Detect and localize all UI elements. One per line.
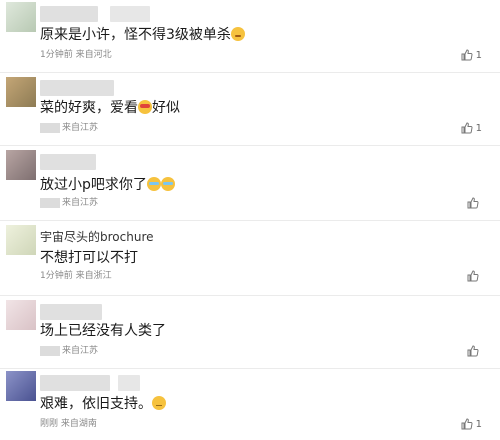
username-redacted bbox=[110, 6, 150, 22]
comment-list: 原来是小许，怪不得3级被单杀 1分钟前 来自河北 1 菜的好爽，爱看 好似 来自江… bbox=[0, 0, 500, 440]
like-button[interactable] bbox=[467, 196, 482, 210]
thumbs-up-icon bbox=[467, 270, 479, 282]
like-button[interactable]: 1 bbox=[461, 121, 482, 135]
username-redacted[interactable] bbox=[40, 154, 96, 170]
comment-item: 艰难，依旧支持。 刚刚 来自湖南 1 bbox=[0, 369, 500, 440]
avatar[interactable] bbox=[6, 2, 36, 32]
crying-emoji bbox=[146, 177, 161, 191]
comment-text: 不想打可以不打 bbox=[40, 250, 138, 266]
username-redacted bbox=[118, 375, 140, 391]
comment-meta: 来自江苏 bbox=[40, 121, 98, 135]
username[interactable]: 宇宙尽头的brochure bbox=[40, 229, 154, 245]
crying-emoji bbox=[160, 177, 175, 191]
comment-text: 场上已经没有人类了 bbox=[40, 323, 166, 339]
like-count: 1 bbox=[475, 418, 482, 430]
comment-meta: 刚刚 来自湖南 bbox=[40, 419, 97, 429]
speechless-emoji bbox=[152, 396, 166, 410]
username-redacted[interactable] bbox=[40, 304, 102, 320]
time-redacted bbox=[40, 122, 60, 133]
like-button[interactable]: 1 bbox=[461, 417, 482, 431]
avatar[interactable] bbox=[6, 225, 36, 255]
like-button[interactable] bbox=[467, 269, 482, 283]
avatar[interactable] bbox=[6, 150, 36, 180]
avatar[interactable] bbox=[6, 77, 36, 107]
like-button[interactable] bbox=[467, 344, 482, 358]
heart-eyes-emoji bbox=[138, 100, 152, 114]
comment-item: 放过小p吧求你了 来自江苏 bbox=[0, 146, 500, 220]
comment-item: 场上已经没有人类了 来自江苏 bbox=[0, 296, 500, 368]
username-redacted[interactable] bbox=[40, 375, 110, 391]
wink-emoji bbox=[230, 27, 245, 41]
time-redacted bbox=[40, 345, 60, 356]
comment-meta: 1分钟前 来自河北 bbox=[40, 50, 112, 60]
thumbs-up-icon bbox=[461, 418, 473, 430]
comment-item: 宇宙尽头的brochure 不想打可以不打 1分钟前 来自浙江 bbox=[0, 221, 500, 295]
like-button[interactable]: 1 bbox=[461, 48, 482, 62]
username-redacted[interactable] bbox=[40, 80, 114, 96]
avatar[interactable] bbox=[6, 300, 36, 330]
comment-meta: 1分钟前 来自浙江 bbox=[40, 271, 112, 281]
comment-meta: 来自江苏 bbox=[40, 344, 98, 358]
time-redacted bbox=[40, 197, 60, 208]
comment-text: 艰难，依旧支持。 bbox=[40, 395, 166, 413]
thumbs-up-icon bbox=[467, 345, 479, 357]
comment-text: 菜的好爽，爱看 好似 bbox=[40, 100, 180, 116]
like-count: 1 bbox=[475, 122, 482, 134]
comment-text: 原来是小许，怪不得3级被单杀 bbox=[40, 26, 245, 44]
username-redacted[interactable] bbox=[40, 6, 98, 22]
comment-item: 菜的好爽，爱看 好似 来自江苏 1 bbox=[0, 73, 500, 145]
like-count: 1 bbox=[475, 49, 482, 61]
comment-meta: 来自江苏 bbox=[40, 196, 98, 210]
avatar[interactable] bbox=[6, 371, 36, 401]
comment-item: 原来是小许，怪不得3级被单杀 1分钟前 来自河北 1 bbox=[0, 0, 500, 72]
thumbs-up-icon bbox=[461, 122, 473, 134]
thumbs-up-icon bbox=[467, 197, 479, 209]
comment-text: 放过小p吧求你了 bbox=[40, 176, 175, 194]
thumbs-up-icon bbox=[461, 49, 473, 61]
